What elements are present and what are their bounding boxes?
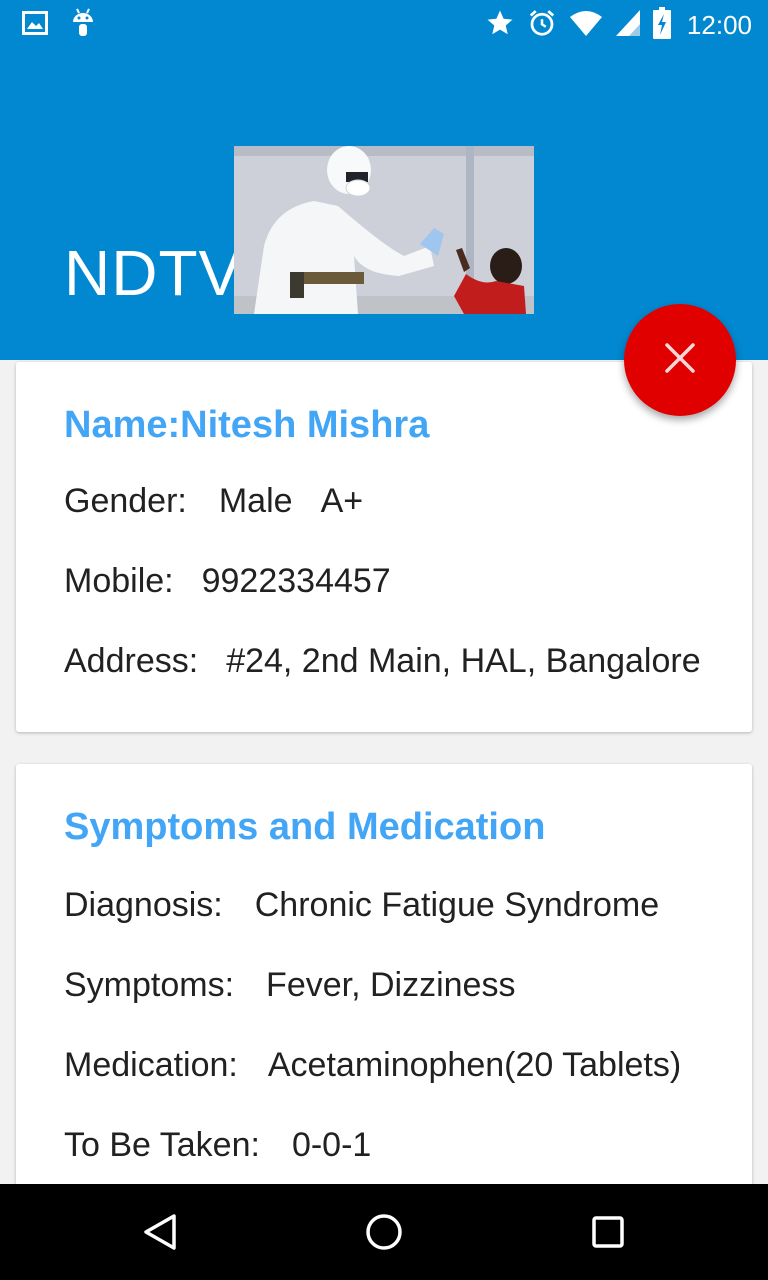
status-bar: 12:00: [0, 0, 768, 50]
medical-info-card: Symptoms and Medication Diagnosis: Chroni…: [16, 764, 752, 1204]
android-icon: [70, 8, 96, 42]
app-title: NDTV: [64, 237, 243, 309]
navigation-bar: [0, 1184, 768, 1280]
diagnosis-value: Chronic Fatigue Syndrome: [254, 886, 660, 924]
home-icon: [360, 1214, 408, 1260]
close-icon: [663, 341, 697, 379]
patient-name-row: Name:Nitesh Mishra: [64, 404, 429, 447]
battery-charging-icon: [652, 7, 671, 43]
star-icon: [485, 8, 515, 42]
diagnosis-row: Diagnosis: Chronic Fatigue Syndrome: [64, 886, 659, 925]
diagnosis-label: Diagnosis:: [64, 886, 223, 924]
blood-group-value: A+: [320, 482, 364, 520]
medication-label: Medication:: [64, 1046, 238, 1084]
symptoms-row: Symptoms: Fever, Dizziness: [64, 966, 515, 1005]
alarm-icon: [527, 8, 557, 42]
address-value: #24, 2nd Main, HAL, Bangalore: [226, 642, 701, 680]
image-icon: [22, 11, 48, 39]
recents-icon: [584, 1216, 632, 1260]
header-photo: [234, 146, 534, 314]
symptoms-value: Fever, Dizziness: [266, 966, 516, 1004]
home-button[interactable]: [360, 1208, 408, 1256]
dosage-row: To Be Taken: 0-0-1: [64, 1126, 371, 1165]
signal-icon: [615, 9, 641, 41]
address-label: Address:: [64, 642, 199, 680]
name-value: Nitesh Mishra: [180, 404, 430, 446]
gender-value: Male: [218, 482, 293, 520]
medication-row: Medication: Acetaminophen(20 Tablets): [64, 1046, 681, 1085]
gender-label: Gender:: [64, 482, 187, 520]
mobile-label: Mobile:: [64, 562, 174, 600]
dosage-value: 0-0-1: [291, 1126, 372, 1164]
back-icon: [136, 1214, 184, 1260]
mobile-value: 9922334457: [201, 562, 391, 600]
patient-info-card: Name:Nitesh Mishra Gender: Male A+ Mobile:…: [16, 362, 752, 732]
name-label: Name:: [64, 404, 181, 446]
gender-row: Gender: Male A+: [64, 482, 363, 521]
recents-button[interactable]: [584, 1208, 632, 1256]
address-row: Address: #24, 2nd Main, HAL, Bangalore: [64, 642, 701, 681]
back-button[interactable]: [136, 1208, 184, 1256]
wifi-icon: [569, 9, 603, 41]
medication-value: Acetaminophen(20 Tablets): [267, 1046, 682, 1084]
close-fab-button[interactable]: [624, 304, 736, 416]
clock-time: 12:00: [686, 9, 752, 40]
mobile-row: Mobile: 9922334457: [64, 562, 391, 601]
dosage-label: To Be Taken:: [64, 1126, 260, 1164]
symptoms-label: Symptoms:: [64, 966, 235, 1004]
section-heading: Symptoms and Medication: [64, 806, 546, 848]
